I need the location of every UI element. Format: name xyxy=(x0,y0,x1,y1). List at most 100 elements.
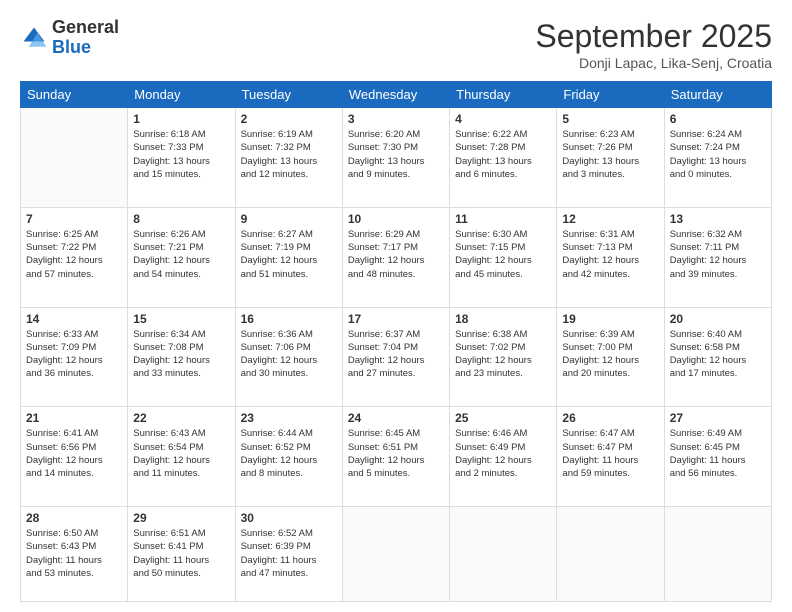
logo-general-text: General xyxy=(52,17,119,37)
day-info: Sunrise: 6:26 AMSunset: 7:21 PMDaylight:… xyxy=(133,228,229,281)
month-title: September 2025 xyxy=(535,18,772,55)
day-number: 15 xyxy=(133,312,229,326)
day-info: Sunrise: 6:29 AMSunset: 7:17 PMDaylight:… xyxy=(348,228,444,281)
day-number: 25 xyxy=(455,411,551,425)
table-row: 3 Sunrise: 6:20 AMSunset: 7:30 PMDaylight… xyxy=(342,108,449,208)
table-row: 30 Sunrise: 6:52 AMSunset: 6:39 PMDayligh… xyxy=(235,507,342,602)
day-number: 12 xyxy=(562,212,658,226)
day-info: Sunrise: 6:52 AMSunset: 6:39 PMDaylight:… xyxy=(241,527,337,580)
page: General Blue September 2025 Donji Lapac,… xyxy=(0,0,792,612)
day-number: 16 xyxy=(241,312,337,326)
table-row: 15 Sunrise: 6:34 AMSunset: 7:08 PMDayligh… xyxy=(128,307,235,407)
calendar-week-row: 14 Sunrise: 6:33 AMSunset: 7:09 PMDayligh… xyxy=(21,307,772,407)
logo-icon xyxy=(20,24,48,52)
location-subtitle: Donji Lapac, Lika-Senj, Croatia xyxy=(535,55,772,71)
table-row: 7 Sunrise: 6:25 AMSunset: 7:22 PMDaylight… xyxy=(21,207,128,307)
table-row: 22 Sunrise: 6:43 AMSunset: 6:54 PMDayligh… xyxy=(128,407,235,507)
day-info: Sunrise: 6:44 AMSunset: 6:52 PMDaylight:… xyxy=(241,427,337,480)
day-number: 3 xyxy=(348,112,444,126)
table-row xyxy=(664,507,771,602)
day-info: Sunrise: 6:34 AMSunset: 7:08 PMDaylight:… xyxy=(133,328,229,381)
day-number: 17 xyxy=(348,312,444,326)
table-row: 27 Sunrise: 6:49 AMSunset: 6:45 PMDayligh… xyxy=(664,407,771,507)
table-row: 9 Sunrise: 6:27 AMSunset: 7:19 PMDaylight… xyxy=(235,207,342,307)
table-row xyxy=(557,507,664,602)
table-row: 21Sunrise: 6:41 AMSunset: 6:56 PMDayligh… xyxy=(21,407,128,507)
day-number: 24 xyxy=(348,411,444,425)
day-number: 1 xyxy=(133,112,229,126)
table-row: 10 Sunrise: 6:29 AMSunset: 7:17 PMDayligh… xyxy=(342,207,449,307)
day-number: 7 xyxy=(26,212,122,226)
title-block: September 2025 Donji Lapac, Lika-Senj, C… xyxy=(535,18,772,71)
header-wednesday: Wednesday xyxy=(342,82,449,108)
day-number: 13 xyxy=(670,212,766,226)
table-row: 20 Sunrise: 6:40 AMSunset: 6:58 PMDayligh… xyxy=(664,307,771,407)
day-info: Sunrise: 6:43 AMSunset: 6:54 PMDaylight:… xyxy=(133,427,229,480)
day-number: 26 xyxy=(562,411,658,425)
header-saturday: Saturday xyxy=(664,82,771,108)
table-row: 14 Sunrise: 6:33 AMSunset: 7:09 PMDayligh… xyxy=(21,307,128,407)
calendar-table: Sunday Monday Tuesday Wednesday Thursday… xyxy=(20,81,772,602)
day-info: Sunrise: 6:31 AMSunset: 7:13 PMDaylight:… xyxy=(562,228,658,281)
day-number: 19 xyxy=(562,312,658,326)
table-row: 13 Sunrise: 6:32 AMSunset: 7:11 PMDayligh… xyxy=(664,207,771,307)
day-number: 30 xyxy=(241,511,337,525)
day-number: 28 xyxy=(26,511,122,525)
day-number: 20 xyxy=(670,312,766,326)
day-info: Sunrise: 6:20 AMSunset: 7:30 PMDaylight:… xyxy=(348,128,444,181)
day-info: Sunrise: 6:25 AMSunset: 7:22 PMDaylight:… xyxy=(26,228,122,281)
day-info: Sunrise: 6:40 AMSunset: 6:58 PMDaylight:… xyxy=(670,328,766,381)
day-number: 14 xyxy=(26,312,122,326)
day-number: 22 xyxy=(133,411,229,425)
calendar-week-row: 21Sunrise: 6:41 AMSunset: 6:56 PMDayligh… xyxy=(21,407,772,507)
day-info: Sunrise: 6:37 AMSunset: 7:04 PMDaylight:… xyxy=(348,328,444,381)
table-row: 23 Sunrise: 6:44 AMSunset: 6:52 PMDayligh… xyxy=(235,407,342,507)
table-row xyxy=(21,108,128,208)
table-row: 2Sunrise: 6:19 AMSunset: 7:32 PMDaylight… xyxy=(235,108,342,208)
logo: General Blue xyxy=(20,18,119,58)
table-row: 29 Sunrise: 6:51 AMSunset: 6:41 PMDayligh… xyxy=(128,507,235,602)
day-info: Sunrise: 6:47 AMSunset: 6:47 PMDaylight:… xyxy=(562,427,658,480)
day-number: 5 xyxy=(562,112,658,126)
table-row: 19 Sunrise: 6:39 AMSunset: 7:00 PMDayligh… xyxy=(557,307,664,407)
logo-text: General Blue xyxy=(52,18,119,58)
table-row: 5 Sunrise: 6:23 AMSunset: 7:26 PMDaylight… xyxy=(557,108,664,208)
day-info: Sunrise: 6:19 AMSunset: 7:32 PMDaylight:… xyxy=(241,128,337,181)
table-row: 16Sunrise: 6:36 AMSunset: 7:06 PMDayligh… xyxy=(235,307,342,407)
table-row: 18Sunrise: 6:38 AMSunset: 7:02 PMDayligh… xyxy=(450,307,557,407)
day-info: Sunrise: 6:18 AMSunset: 7:33 PMDaylight:… xyxy=(133,128,229,181)
logo-blue-text: Blue xyxy=(52,37,91,57)
header: General Blue September 2025 Donji Lapac,… xyxy=(20,18,772,71)
day-number: 29 xyxy=(133,511,229,525)
day-info: Sunrise: 6:50 AMSunset: 6:43 PMDaylight:… xyxy=(26,527,122,580)
day-number: 9 xyxy=(241,212,337,226)
day-number: 10 xyxy=(348,212,444,226)
header-monday: Monday xyxy=(128,82,235,108)
day-info: Sunrise: 6:27 AMSunset: 7:19 PMDaylight:… xyxy=(241,228,337,281)
day-number: 6 xyxy=(670,112,766,126)
table-row: 11Sunrise: 6:30 AMSunset: 7:15 PMDayligh… xyxy=(450,207,557,307)
day-info: Sunrise: 6:39 AMSunset: 7:00 PMDaylight:… xyxy=(562,328,658,381)
table-row: 1 Sunrise: 6:18 AMSunset: 7:33 PMDaylight… xyxy=(128,108,235,208)
day-info: Sunrise: 6:32 AMSunset: 7:11 PMDaylight:… xyxy=(670,228,766,281)
calendar-week-row: 1 Sunrise: 6:18 AMSunset: 7:33 PMDaylight… xyxy=(21,108,772,208)
day-info: Sunrise: 6:45 AMSunset: 6:51 PMDaylight:… xyxy=(348,427,444,480)
header-tuesday: Tuesday xyxy=(235,82,342,108)
day-info: Sunrise: 6:51 AMSunset: 6:41 PMDaylight:… xyxy=(133,527,229,580)
day-number: 18 xyxy=(455,312,551,326)
day-number: 27 xyxy=(670,411,766,425)
header-thursday: Thursday xyxy=(450,82,557,108)
day-info: Sunrise: 6:22 AMSunset: 7:28 PMDaylight:… xyxy=(455,128,551,181)
day-info: Sunrise: 6:33 AMSunset: 7:09 PMDaylight:… xyxy=(26,328,122,381)
table-row: 12 Sunrise: 6:31 AMSunset: 7:13 PMDayligh… xyxy=(557,207,664,307)
day-info: Sunrise: 6:30 AMSunset: 7:15 PMDaylight:… xyxy=(455,228,551,281)
day-number: 21 xyxy=(26,411,122,425)
day-number: 23 xyxy=(241,411,337,425)
calendar-week-row: 7 Sunrise: 6:25 AMSunset: 7:22 PMDaylight… xyxy=(21,207,772,307)
calendar-header-row: Sunday Monday Tuesday Wednesday Thursday… xyxy=(21,82,772,108)
header-friday: Friday xyxy=(557,82,664,108)
table-row: 26 Sunrise: 6:47 AMSunset: 6:47 PMDayligh… xyxy=(557,407,664,507)
table-row: 24 Sunrise: 6:45 AMSunset: 6:51 PMDayligh… xyxy=(342,407,449,507)
day-info: Sunrise: 6:49 AMSunset: 6:45 PMDaylight:… xyxy=(670,427,766,480)
day-info: Sunrise: 6:23 AMSunset: 7:26 PMDaylight:… xyxy=(562,128,658,181)
